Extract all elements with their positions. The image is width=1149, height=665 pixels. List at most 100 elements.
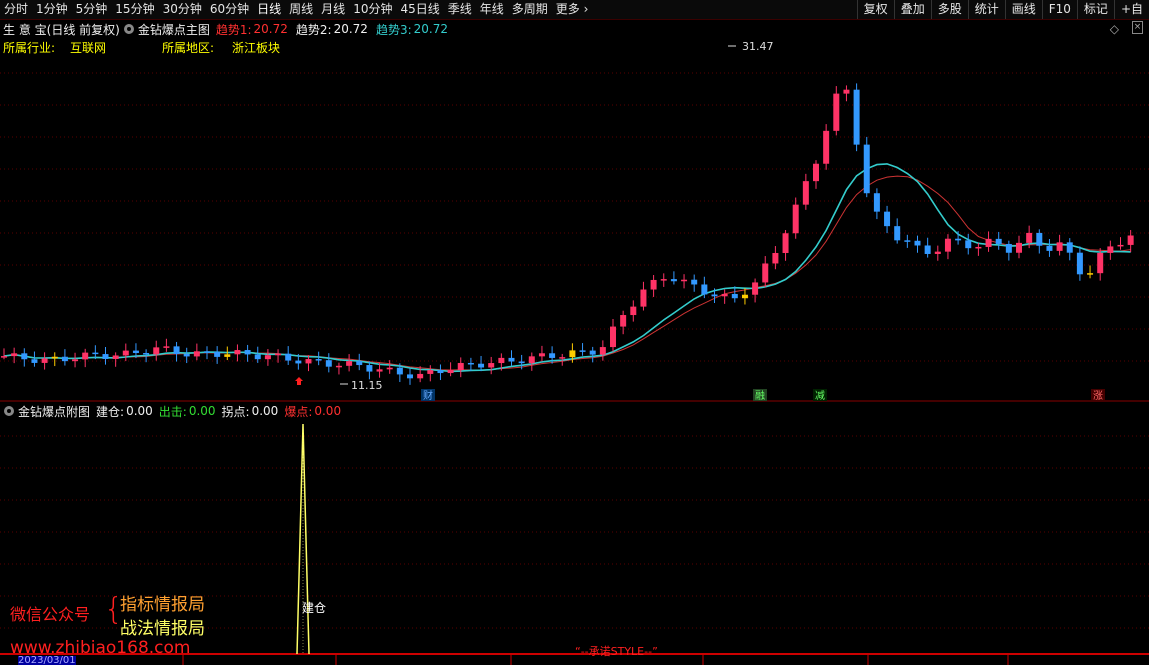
candle-body (356, 361, 363, 366)
candle-body (366, 365, 373, 372)
date-label: 2023/03/01 (18, 656, 76, 665)
watermark-line1: 指标情报局 (120, 595, 205, 615)
candle-body (721, 293, 728, 297)
candle-body (934, 251, 941, 254)
candle-body (214, 351, 221, 357)
candle-body (884, 211, 891, 227)
exit-value: 0.00 (188, 404, 216, 418)
buy-arrow-icon (295, 377, 303, 385)
candle-body (335, 365, 342, 368)
candle-body (1117, 244, 1124, 247)
candle-body (995, 238, 1002, 244)
candle-body (528, 356, 535, 364)
candle-body (1005, 243, 1012, 253)
candle-body (295, 360, 302, 364)
candle-body (985, 238, 992, 247)
candle-body (153, 347, 160, 355)
candle-body (1056, 242, 1063, 251)
candle-body (559, 357, 566, 359)
candle-body (132, 350, 139, 354)
candle-body (1016, 242, 1022, 253)
candle-body (975, 246, 982, 249)
turn-value: 0.00 (251, 404, 279, 418)
candle-body (599, 347, 606, 355)
candle-body (1066, 242, 1073, 253)
candle-body (427, 370, 434, 374)
sub-indicator-settings-icon[interactable] (4, 406, 14, 416)
candle-body (92, 352, 99, 355)
candle-body (955, 238, 962, 241)
candle-body (254, 354, 261, 360)
signal-label: 建仓 (302, 601, 326, 615)
candle-body (51, 356, 58, 359)
candle-body (467, 362, 474, 365)
candle-body (1076, 252, 1083, 275)
candle-body (772, 253, 779, 264)
candle-body (498, 357, 505, 364)
candle-body (1097, 252, 1104, 274)
watermark-line2: 战法情报局 (120, 619, 205, 639)
price-chart[interactable]: 31.47 11.15 财 融 减 涨建仓 (0, 0, 1149, 665)
candle-body (204, 351, 210, 353)
ma-line-white (3, 163, 1131, 372)
candle-body (681, 279, 688, 282)
candle-body (376, 369, 383, 372)
candle-body (518, 361, 525, 364)
candle-body (285, 353, 292, 361)
ma-line-red (3, 175, 1131, 371)
build-value: 0.00 (126, 404, 153, 418)
high-price-label: 31.47 (742, 40, 774, 53)
candle-body (549, 353, 556, 358)
style-tag: “--承诺STYLE--” (575, 645, 658, 658)
candle-body (224, 354, 231, 357)
candle-body (843, 89, 850, 94)
candle-body (965, 240, 972, 249)
low-price-label: 11.15 (351, 379, 383, 392)
candle-body (478, 363, 485, 368)
event-marker: 涨 (1093, 390, 1103, 402)
candle-body (701, 284, 708, 295)
candle-body (833, 93, 840, 131)
candle-body (396, 367, 403, 375)
candle-body (112, 355, 119, 359)
candle-body (620, 315, 627, 327)
candle-body (1036, 232, 1043, 246)
event-marker: 减 (815, 390, 825, 402)
sub-chart-header: 金钻爆点附图 建仓: 0.00 出击: 0.00 拐点: 0.00 爆点: 0.… (0, 402, 1149, 420)
ma-line-cyan (3, 163, 1131, 373)
candle-body (457, 362, 464, 371)
candle-body (660, 279, 667, 281)
candle-body (1087, 273, 1094, 275)
build-label: 建仓: (96, 404, 125, 419)
candle-body (508, 357, 515, 362)
candle-body (447, 370, 454, 374)
candle-body (305, 359, 312, 364)
candle-body (386, 367, 393, 370)
candle-body (802, 181, 809, 205)
candle-body (21, 353, 28, 360)
candle-body (82, 352, 89, 360)
candle-body (41, 358, 48, 363)
candle-body (234, 350, 241, 355)
candle-body (782, 233, 789, 254)
candle-body (72, 359, 79, 362)
candle-body (488, 363, 495, 368)
candle-body (102, 354, 109, 359)
candle-body (944, 238, 951, 252)
candle-body (813, 163, 819, 182)
candle-body (579, 350, 586, 352)
candle-body (731, 293, 738, 299)
candle-body (1127, 235, 1134, 245)
candle-body (762, 263, 769, 283)
sub-indicator-name[interactable]: 金钻爆点附图 (18, 403, 90, 420)
watermark-url: www.zhibiao168.com (10, 638, 191, 658)
candle-body (873, 193, 880, 212)
candle-body (650, 279, 657, 290)
candle-body (1, 356, 7, 358)
candle-body (691, 279, 698, 285)
candle-body (589, 350, 596, 355)
candle-body (143, 353, 150, 355)
candle-body (741, 294, 748, 299)
candle-body (640, 289, 647, 307)
candle-body (630, 306, 637, 316)
